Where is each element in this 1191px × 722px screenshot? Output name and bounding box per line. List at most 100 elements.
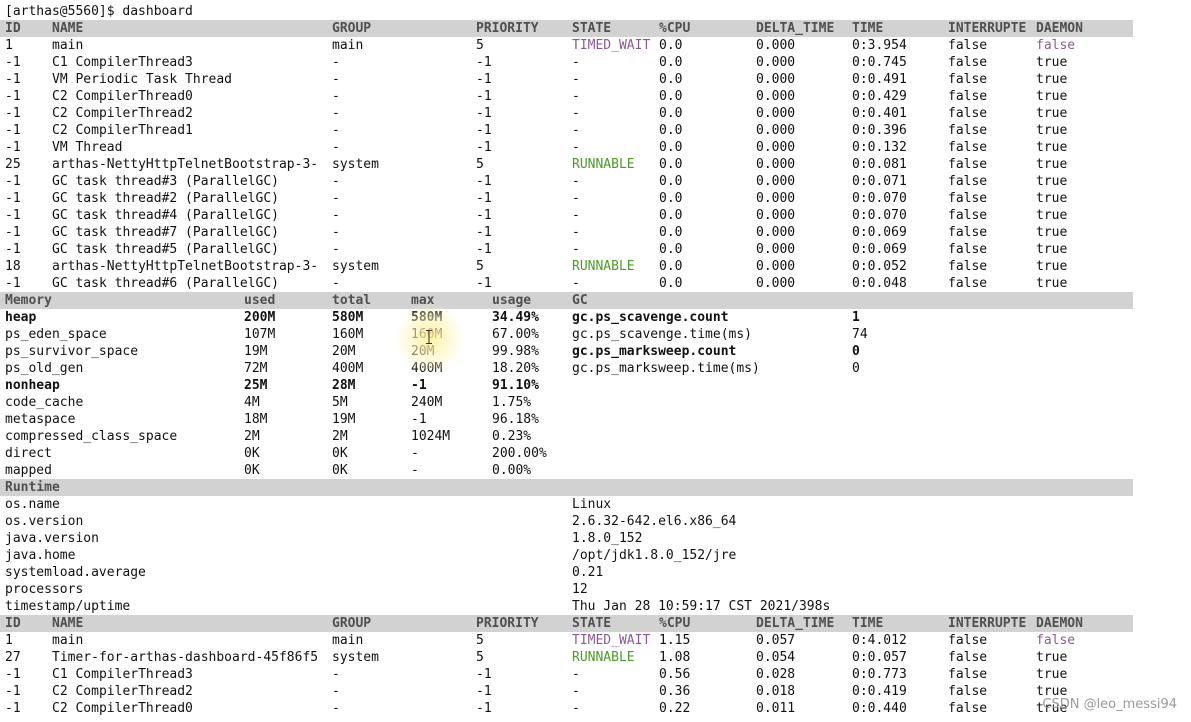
thread-id: -1 [5, 667, 21, 682]
thread-id: -1 [5, 191, 21, 206]
thread-daemon: true [1036, 72, 1068, 87]
column-header-thread-time: TIME [852, 616, 884, 631]
column-header-thread-name: NAME [52, 21, 84, 36]
thread-daemon: true [1036, 123, 1068, 138]
memory-row: heap 200M 580M 580M 34.49% gc.ps_scavenge.cou… [0, 309, 1191, 326]
runtime-value: 12 [572, 582, 588, 597]
thread-delta-time: 0.000 [756, 38, 796, 53]
memory-max: - [411, 446, 419, 461]
memory-row: compressed_class_space 2M 2M 1024M 0.23% [0, 428, 1191, 445]
memory-total: 5M [332, 395, 348, 410]
thread-group: - [332, 72, 340, 87]
column-header-thread-id: ID [5, 21, 21, 36]
thread-id: -1 [5, 208, 21, 223]
thread-group: - [332, 106, 340, 121]
thread-daemon: true [1036, 191, 1068, 206]
memory-used: 4M [244, 395, 260, 410]
thread-row: -1 C2 CompilerThread2 - -1 - 0.0 0.000 0:0.401 f… [0, 105, 1191, 122]
memory-usage: 0.00% [492, 463, 532, 478]
thread-daemon: false [1036, 38, 1076, 53]
memory-max: 1024M [411, 429, 451, 444]
memory-total: 0K [332, 463, 348, 478]
thread-id: -1 [5, 106, 21, 121]
thread-daemon: true [1036, 259, 1068, 274]
runtime-key: java.home [5, 548, 76, 563]
command-prompt: [arthas@5560]$ dashboard [0, 3, 1191, 20]
thread-daemon: true [1036, 242, 1068, 257]
thread-state: - [572, 208, 580, 223]
thread-delta-time: 0.000 [756, 89, 796, 104]
thread-time: 0:0.048 [852, 276, 907, 291]
thread-state: - [572, 684, 580, 699]
thread-state: - [572, 89, 580, 104]
thread-id: -1 [5, 225, 21, 240]
gc-metric-name: gc.ps_scavenge.time(ms) [572, 327, 753, 342]
memory-table-header: Memory used total max usage GC [0, 292, 1133, 309]
memory-used: 0K [244, 463, 260, 478]
thread-daemon: true [1036, 89, 1068, 104]
thread-interrupted: false [948, 701, 988, 716]
memory-name: ps_eden_space [5, 327, 107, 342]
thread-interrupted: false [948, 89, 988, 104]
thread-cpu: 0.0 [659, 38, 683, 53]
thread-row: -1 GC task thread#5 (ParallelGC) - -1 - 0.0 0.… [0, 241, 1191, 258]
thread-delta-time: 0.011 [756, 701, 796, 716]
thread-time: 0:0.401 [852, 106, 907, 121]
thread-cpu: 0.0 [659, 242, 683, 257]
thread-row: 1 main main 5 TIMED_WAIT 0.0 0.000 0:3.954 false… [0, 37, 1191, 54]
thread-daemon: true [1036, 650, 1068, 665]
thread-state: - [572, 123, 580, 138]
memory-used: 72M [244, 361, 268, 376]
thread-time: 0:0.057 [852, 650, 907, 665]
column-header-thread-state: STATE [572, 21, 612, 36]
thread-name: VM Thread [52, 140, 123, 155]
thread-id: -1 [5, 55, 21, 70]
thread-cpu: 0.0 [659, 72, 683, 87]
runtime-value: 0.21 [572, 565, 604, 580]
thread-name: main [52, 38, 84, 53]
thread-id: 18 [5, 259, 21, 274]
memory-row: ps_eden_space 107M 160M 160M 67.00% gc.ps_sca… [0, 326, 1191, 343]
thread-group: system [332, 157, 379, 172]
thread-name: main [52, 633, 84, 648]
thread-priority: -1 [476, 174, 492, 189]
thread-interrupted: false [948, 667, 988, 682]
thread-group: - [332, 174, 340, 189]
column-header-memory-used: used [244, 293, 276, 308]
thread-id: -1 [5, 89, 21, 104]
thread-id: -1 [5, 684, 21, 699]
thread-time: 0:0.071 [852, 174, 907, 189]
thread-priority: 5 [476, 38, 484, 53]
column-header-thread-group: GROUP [332, 616, 372, 631]
runtime-row: systemload.average 0.21 [0, 564, 1191, 581]
thread-priority: -1 [476, 667, 492, 682]
memory-total: 160M [332, 327, 364, 342]
thread-row: 27 Timer-for-arthas-dashboard-45f86f5 syst… [0, 649, 1191, 666]
thread-cpu: 1.08 [659, 650, 691, 665]
column-header-thread-time: TIME [852, 21, 884, 36]
thread-time: 0:0.429 [852, 89, 907, 104]
thread-name: VM Periodic Task Thread [52, 72, 233, 87]
memory-usage: 91.10% [492, 378, 539, 393]
thread-name: GC task thread#2 (ParallelGC) [52, 191, 279, 206]
memory-total: 20M [332, 344, 356, 359]
thread-time: 0:0.132 [852, 140, 907, 155]
thread-daemon: false [1036, 633, 1076, 648]
memory-total: 19M [332, 412, 356, 427]
memory-usage: 18.20% [492, 361, 539, 376]
runtime-header: Runtime [0, 479, 1133, 496]
thread-delta-time: 0.000 [756, 55, 796, 70]
thread-group: - [332, 55, 340, 70]
gc-metric-value: 0 [852, 344, 860, 359]
thread-delta-time: 0.000 [756, 225, 796, 240]
thread-name: C2 CompilerThread0 [52, 89, 193, 104]
thread-interrupted: false [948, 123, 988, 138]
thread-group: - [332, 701, 340, 716]
column-header-thread-cpu: %CPU [659, 21, 691, 36]
thread-daemon: true [1036, 55, 1068, 70]
runtime-key: timestamp/uptime [5, 599, 131, 614]
thread-daemon: true [1036, 276, 1068, 291]
gc-metric-value: 74 [852, 327, 868, 342]
memory-max: 400M [411, 361, 443, 376]
thread-interrupted: false [948, 140, 988, 155]
